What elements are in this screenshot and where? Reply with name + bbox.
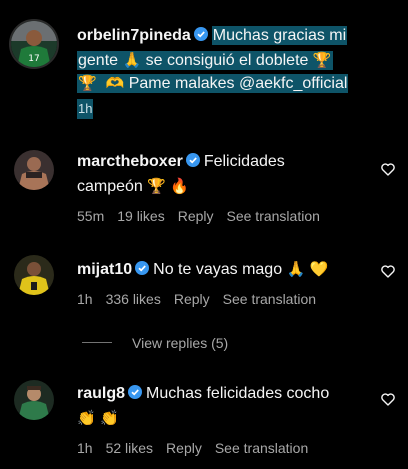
comment-time: 1h [77,440,93,456]
caption-text-1: Muchas gracias mi [211,26,348,45]
comment-3-line-2: 👏 👏 [77,408,119,429]
comment-1-line-1: marctheboxer Felicidades [77,152,285,172]
see-translation-link[interactable]: See translation [227,208,320,224]
heart-outline-icon[interactable] [381,163,395,176]
comment-time: 1h [77,291,93,307]
avatar-image: 17 [11,21,57,67]
avatar-marctheboxer[interactable] [14,150,54,190]
praying-hands-emoji: 🙏 [286,260,306,278]
caption-text-3: Pame malakes @aekfc_official [128,75,348,92]
post-username[interactable]: orbelin7pineda [77,27,191,44]
post-time: 1h [77,99,94,119]
avatar-image [14,255,54,295]
caption-line-1: orbelin7pineda Muchas gracias mi [77,26,348,46]
heart-outline-icon[interactable] [381,265,395,278]
comment-3-meta: 1h 52 likes Reply See translation [77,439,321,457]
avatar-raulg8[interactable] [14,380,54,420]
comment-username[interactable]: marctheboxer [77,153,183,170]
verified-badge-icon [135,261,150,275]
comment-1-line-2: campeón 🏆 🔥 [77,176,189,197]
trophy-emoji: 🏆 [78,74,97,92]
comment-username[interactable]: raulg8 [77,385,125,402]
comment-2-line-1: mijat10 No te vayas mago 🙏 💛 [77,259,328,280]
caption-text-2b: se consiguió el doblete [145,52,309,69]
clapping-hands-emoji: 👏 [100,409,119,427]
caption-line-3: 🏆 🫶 Pame malakes @aekfc_official [77,73,349,94]
caption-line-2: gente 🙏 se consiguió el doblete 🏆 [77,50,333,71]
caption-text-2a: gente [78,52,119,69]
comment-2-meta: 1h 336 likes Reply See translation [77,290,329,308]
reply-button[interactable]: Reply [178,208,214,224]
clapping-hands-emoji: 👏 [77,409,96,427]
verified-badge-icon [193,27,208,41]
see-translation-link[interactable]: See translation [215,440,308,456]
praying-hands-emoji: 🙏 [122,51,142,69]
view-replies-divider [82,342,112,343]
fire-emoji: 🔥 [170,177,190,195]
comment-1-meta: 55m 19 likes Reply See translation [77,207,333,225]
jersey-number: 17 [28,54,39,64]
comment-username[interactable]: mijat10 [77,261,132,278]
comment-time: 55m [77,208,105,224]
verified-badge-icon [128,385,143,399]
reply-button[interactable]: Reply [174,291,210,307]
trophy-emoji: 🏆 [147,177,166,195]
likes-count[interactable]: 336 likes [106,291,161,307]
avatar-image [14,380,54,420]
verified-badge-icon [185,153,200,167]
view-replies-button[interactable]: View replies (5) [132,334,228,352]
avatar-image [14,150,54,190]
likes-count[interactable]: 19 likes [117,208,164,224]
heart-outline-icon[interactable] [381,393,395,406]
yellow-heart-emoji: 💛 [309,260,329,278]
avatar-orbelin7pineda[interactable]: 17 [9,19,59,69]
avatar-mijat10[interactable] [14,255,54,295]
comment-text: Muchas felicidades cocho [146,385,330,402]
heart-hands-emoji: 🫶 [105,74,125,92]
trophy-emoji: 🏆 [312,51,332,69]
comment-3-line-1: raulg8 Muchas felicidades cocho [77,384,329,404]
comment-text: No te vayas mago [153,261,283,278]
comment-text-2: campeón [77,178,143,195]
likes-count[interactable]: 52 likes [106,440,153,456]
comment-text: Felicidades [203,153,285,170]
reply-button[interactable]: Reply [166,440,202,456]
see-translation-link[interactable]: See translation [223,291,316,307]
